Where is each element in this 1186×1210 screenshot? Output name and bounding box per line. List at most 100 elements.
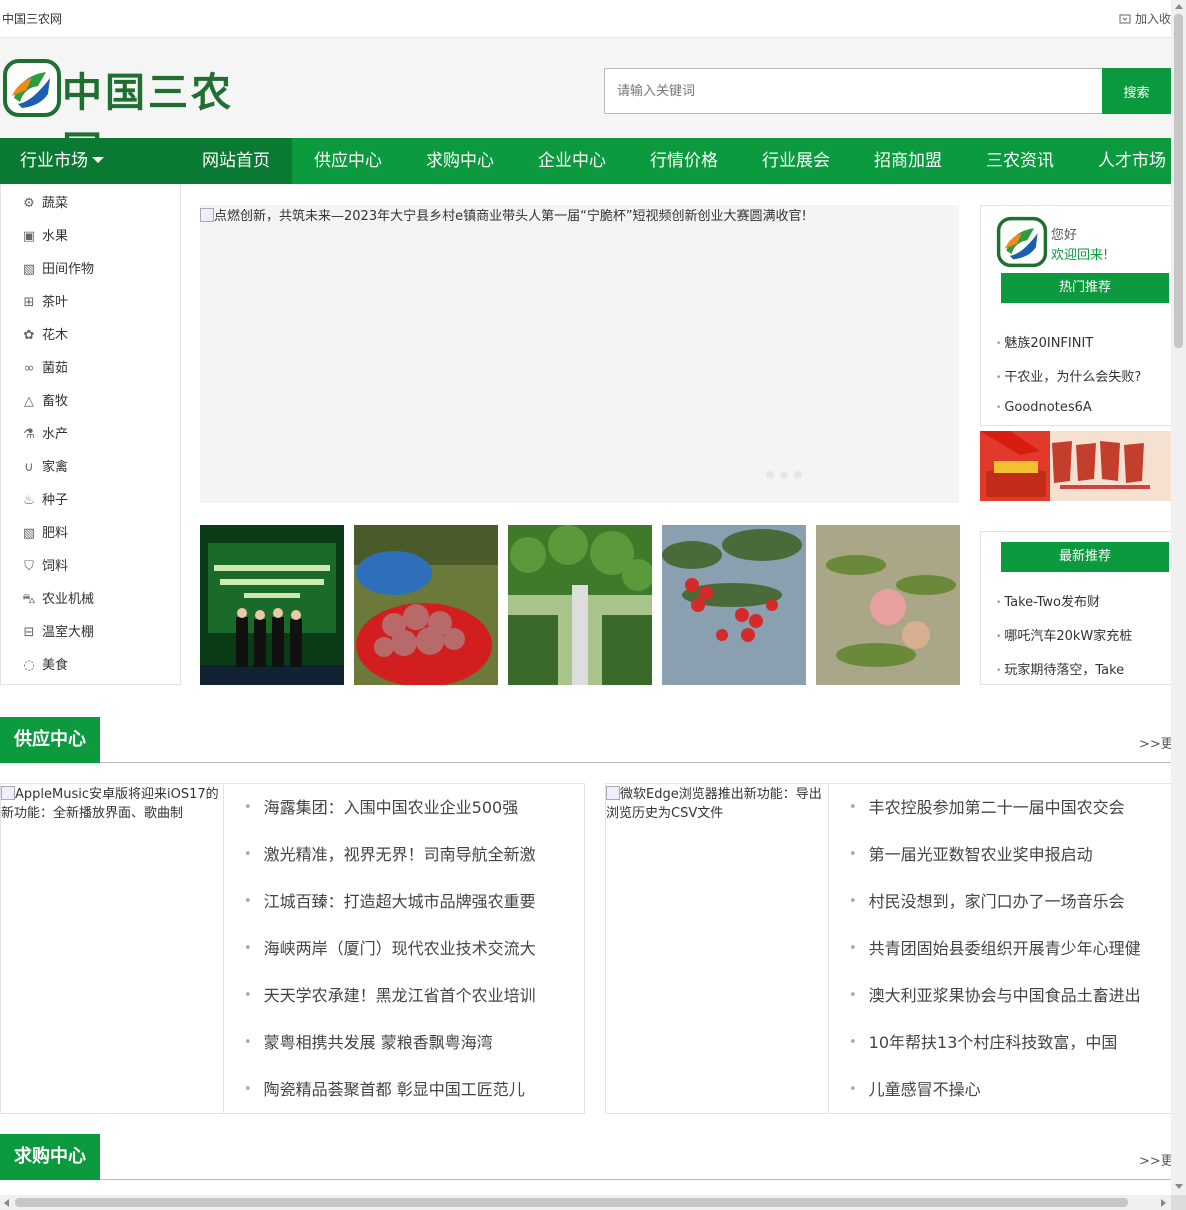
category-item[interactable]: ⚙ 蔬菜 (21, 193, 68, 215)
purchase-section-title[interactable]: 求购中心 (0, 1134, 100, 1180)
category-item[interactable]: ▣ 水果 (21, 226, 68, 248)
list-item[interactable]: 村民没想到，家门口办了一场音乐会 (849, 888, 1125, 912)
nav-item-talent[interactable]: 人才市场 (1076, 138, 1186, 184)
latest-panel: 最新推荐 Take-Two发布财 哪吒汽车20kW家充桩 玩家期待落空，Take (980, 531, 1171, 685)
latest-item[interactable]: 玩家期待落空，Take (996, 659, 1124, 678)
supply-left-image-alt: AppleMusic安卓版将迎来iOS17的新功能：全新播放界面、歌曲制 (1, 787, 219, 821)
hot-title: 热门推荐 (1001, 273, 1169, 303)
nav-item-supply[interactable]: 供应中心 (292, 138, 404, 184)
category-label: 水果 (42, 229, 69, 244)
bookmark-icon (1119, 14, 1131, 24)
nav-item-news[interactable]: 三农资讯 (964, 138, 1076, 184)
vertical-scrollbar[interactable] (1171, 0, 1186, 1195)
scroll-up-icon[interactable] (1175, 4, 1183, 9)
banner-slider[interactable]: 点燃创新，共筑未来—2023年大宁县乡村e镇商业带头人第一届“宁脆杯”短视频创新… (200, 205, 959, 503)
category-item[interactable]: ✿ 花木 (21, 325, 68, 347)
add-favorite-link[interactable]: 加入收 (1119, 10, 1171, 27)
list-item[interactable]: 海峡两岸（厦门）现代农业技术交流大 (244, 935, 536, 959)
list-item[interactable]: 儿童感冒不操心 (849, 1076, 981, 1100)
welcome-panel: 您好欢迎回来! 热门推荐 魅族20INFINIT 干农业，为什么会失败? Goo… (980, 205, 1171, 426)
car-icon: ⛍ (22, 592, 36, 607)
latest-item[interactable]: 哪吒汽车20kW家充桩 (996, 625, 1132, 644)
main-nav: 行业市场 网站首页 供应中心 求购中心 企业中心 行情价格 行业展会 招商加盟 … (0, 138, 1171, 184)
caret-down-icon (92, 157, 104, 163)
hot-item[interactable]: 魅族20INFINIT (996, 332, 1093, 351)
gift-icon: ⊟ (23, 625, 35, 640)
category-item[interactable]: ⚗ 水产 (21, 424, 68, 446)
market-dropdown[interactable]: 行业市场 (0, 138, 180, 184)
list-item[interactable]: 天天学农承建！黑龙江省首个农业培训 (244, 982, 536, 1006)
category-item[interactable]: ▧ 肥料 (21, 523, 68, 545)
category-item[interactable]: ⊟ 温室大棚 (21, 622, 94, 644)
horizontal-scroll-thumb[interactable] (15, 1198, 1128, 1207)
slider-dot[interactable] (794, 471, 802, 479)
category-item[interactable]: ⊞ 茶叶 (21, 292, 68, 314)
seed-icon: ♨ (23, 493, 35, 508)
nav-item-home[interactable]: 网站首页 (180, 138, 292, 184)
nav-item-exhibition[interactable]: 行业展会 (740, 138, 852, 184)
link-icon: ∞ (23, 361, 35, 376)
list-item[interactable]: 共青团固始县委组织开展青少年心理健 (849, 935, 1141, 959)
category-item[interactable]: ∞ 菌茹 (21, 358, 68, 380)
site-name[interactable]: 中国三农网 (2, 10, 62, 27)
scrollbar-corner (1171, 1195, 1186, 1210)
hello-text: 您好 (1051, 228, 1078, 243)
category-item[interactable]: △ 畜牧 (21, 391, 68, 413)
list-item[interactable]: 蒙粤相携共发展 蒙粮香飘粤海湾 (244, 1029, 493, 1053)
thumbnail-peaches[interactable] (816, 525, 960, 685)
category-item[interactable]: ⛉ 饲料 (21, 556, 68, 578)
latest-item[interactable]: Take-Two发布财 (996, 591, 1100, 610)
horizontal-scrollbar[interactable] (0, 1195, 1171, 1210)
nav-item-prices[interactable]: 行情价格 (628, 138, 740, 184)
supply-section-title[interactable]: 供应中心 (0, 717, 100, 763)
scroll-right-icon[interactable] (1161, 1199, 1166, 1207)
category-item[interactable]: ♨ 种子 (21, 490, 68, 512)
nav-item-purchase[interactable]: 求购中心 (404, 138, 516, 184)
list-item[interactable]: 丰农控股参加第二十一届中国农交会 (849, 794, 1125, 818)
thumbnail-lychee[interactable] (662, 525, 806, 685)
category-item[interactable]: ⛍ 农业机械 (21, 589, 94, 611)
promo-banner[interactable] (980, 431, 1171, 501)
vertical-scroll-thumb[interactable] (1174, 14, 1183, 348)
category-item[interactable]: ◌ 美食 (21, 655, 68, 677)
market-label: 行业市场 (20, 151, 88, 171)
welcome-back-text: 欢迎回来! (1051, 248, 1109, 263)
supply-panel-right: 微软Edge浏览器推出新功能：导出浏览历史为CSV文件 丰农控股参加第二十一届中… (605, 783, 1171, 1114)
category-item[interactable]: ∪ 家禽 (21, 457, 68, 479)
list-item[interactable]: 激光精准，视界无界！司南导航全新激 (244, 841, 536, 865)
avatar[interactable] (996, 216, 1048, 268)
greeting: 您好欢迎回来! (1051, 226, 1108, 266)
list-item[interactable]: 10年帮扶13个村庄科技致富，中国 (849, 1029, 1118, 1053)
slider-dot[interactable] (766, 471, 774, 479)
broken-image-icon (1, 786, 15, 800)
category-label: 畜牧 (42, 394, 69, 409)
slider-dot[interactable] (780, 471, 788, 479)
list-item[interactable]: 陶瓷精品荟聚首都 彰显中国工匠范儿 (244, 1076, 525, 1100)
thumbnail-vines[interactable] (508, 525, 652, 685)
supply-right-image[interactable]: 微软Edge浏览器推出新功能：导出浏览历史为CSV文件 (606, 784, 829, 1113)
list-item[interactable]: 澳大利亚浆果协会与中国食品土畜进出 (849, 982, 1141, 1006)
supply-more-link[interactable]: >>更多 (1139, 733, 1171, 752)
search-input[interactable] (604, 68, 1102, 114)
logo-icon (3, 59, 61, 117)
category-label: 水产 (42, 427, 69, 442)
nav-item-company[interactable]: 企业中心 (516, 138, 628, 184)
purchase-section-header: 求购中心 >>更多 (0, 1134, 1171, 1180)
hot-item[interactable]: Goodnotes6A (996, 400, 1091, 415)
category-item[interactable]: ▧ 田间作物 (21, 259, 94, 281)
list-item[interactable]: 海露集团：入围中国农业企业500强 (244, 794, 519, 818)
list-item[interactable]: 第一届光亚数智农业奖申报启动 (849, 841, 1093, 865)
nav-item-franchise[interactable]: 招商加盟 (852, 138, 964, 184)
category-label: 种子 (42, 493, 69, 508)
supply-left-image[interactable]: AppleMusic安卓版将迎来iOS17的新功能：全新播放界面、歌曲制 (1, 784, 224, 1113)
hot-item[interactable]: 干农业，为什么会失败? (996, 366, 1141, 385)
scroll-left-icon[interactable] (4, 1199, 9, 1207)
scroll-down-icon[interactable] (1175, 1184, 1183, 1189)
search-button[interactable]: 搜索 (1102, 68, 1171, 114)
list-item[interactable]: 江城百臻：打造超大城市品牌强农重要 (244, 888, 536, 912)
thumbnail-conference[interactable] (200, 525, 344, 685)
thumbnail-potatoes[interactable] (354, 525, 498, 685)
site-logo[interactable]: 中国三农网 (2, 58, 272, 174)
category-label: 肥料 (42, 526, 69, 541)
purchase-more-link[interactable]: >>更多 (1139, 1150, 1171, 1169)
